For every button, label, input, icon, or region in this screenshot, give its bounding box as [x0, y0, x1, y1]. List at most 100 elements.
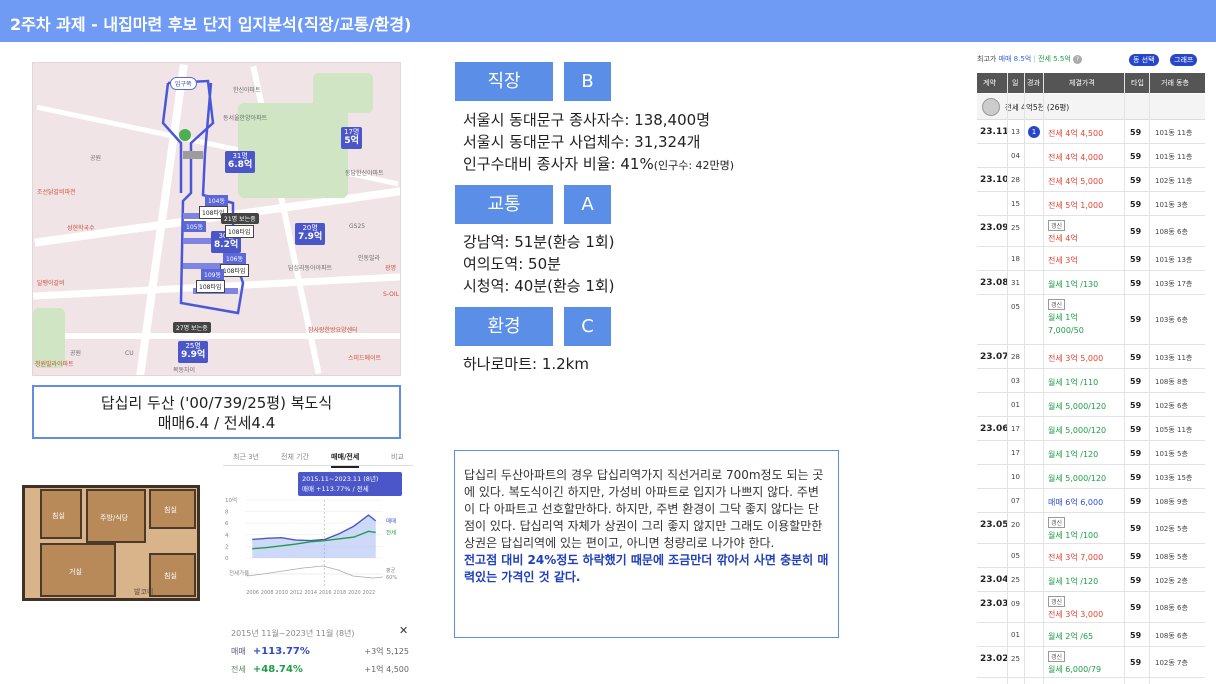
y-tick-label: 0 — [225, 556, 229, 562]
table-row[interactable]: 23.02 25 갱신 월세 6,000/79 59 102동 7층 — [977, 647, 1205, 678]
table-row[interactable]: 17 월세 1억 /120 59 101동 5층 — [977, 441, 1205, 465]
row-floor: 108동 6층 — [1155, 228, 1188, 236]
price-bubble[interactable]: 31명 6.8억 — [225, 151, 256, 173]
x-tick-label: 2014 — [304, 590, 317, 596]
row-floor: 103동 15층 — [1155, 474, 1193, 482]
row-day: 09 — [1011, 600, 1020, 608]
row-area: 59 — [1130, 200, 1142, 209]
work-ratio: 인구수대비 종사자 비율: 41% — [463, 155, 654, 173]
bubble-count: 17명 — [344, 128, 360, 136]
table-row[interactable]: 23.09 25 갱신 전세 4억 59 108동 6층 — [977, 216, 1205, 247]
table-row[interactable]: 18 전세 3억 59 101동 13층 — [977, 247, 1205, 271]
row-day: 13 — [1011, 128, 1020, 136]
map-label: 공원 — [90, 155, 102, 162]
row-floor: 102동 6층 — [1155, 402, 1188, 410]
table-row[interactable]: 15 전세 5억 1,000 59 101동 3층 — [977, 192, 1205, 216]
row-area: 59 — [1130, 152, 1142, 161]
dong-tag[interactable]: 106동 — [223, 253, 246, 264]
tab-recent-3y[interactable]: 최근 3년 — [233, 452, 259, 462]
table-row[interactable]: 10 월세 5,000/120 59 103동 15층 — [977, 465, 1205, 489]
current-listing-row[interactable]: 전세 4억5천 (26평) — [977, 94, 1205, 120]
table-row[interactable]: 23.03 09 갱신 전세 3억 3,000 59 108동 6층 — [977, 592, 1205, 623]
map-label: 스피드메이트 — [348, 355, 382, 362]
table-row[interactable]: 23.07 28 전세 3억 5,000 59 103동 11층 — [977, 345, 1205, 369]
row-area: 59 — [1130, 128, 1142, 137]
grade-environment: C — [564, 307, 611, 346]
row-day: 28 — [1011, 353, 1020, 361]
row-area: 59 — [1130, 176, 1142, 185]
row-area: 59 — [1130, 631, 1142, 640]
rent-label: 전세 — [231, 665, 246, 674]
help-icon[interactable]: ? — [1073, 55, 1082, 64]
row-area: 59 — [1130, 315, 1142, 324]
row-area: 59 — [1130, 377, 1142, 386]
floor-plan: 주방/식당 침실 침실 거실 침실 발코니 — [14, 477, 212, 614]
table-row[interactable]: 05 전세 3억 7,000 59 108동 5층 — [977, 544, 1205, 568]
work-line: 서울시 동대문구 종사자수: 138,400명 — [463, 111, 710, 129]
table-row[interactable]: 23.08 31 월세 1억 /130 59 103동 17층 — [977, 271, 1205, 295]
x-tick-label: 2020 — [348, 590, 361, 596]
ratio-avg-value: 60% — [386, 575, 397, 581]
table-row[interactable]: 23.11 13 1 전세 4억 4,500 59 101동 11층 — [977, 120, 1205, 144]
tab-compare[interactable]: 비교 — [391, 452, 404, 462]
price-chart[interactable]: 10억86420매매전세전세가율 평균60%2006 2008 2010 2012 201… — [223, 496, 413, 596]
complex-map[interactable]: 입구쪽 동서울한양아파트 공원 동답한신아파트 조선닭갈비파전 성현학국수 달팽… — [32, 62, 401, 376]
table-row[interactable]: 23.10 28 전세 4억 5,000 59 102동 11층 — [977, 168, 1205, 192]
bubble-price: 9.9억 — [181, 349, 206, 360]
map-label: 동답한신아파트 — [345, 170, 384, 177]
row-month: 23.09 — [980, 223, 1009, 233]
row-area: 59 — [1130, 449, 1142, 458]
row-month: 23.05 — [980, 520, 1009, 530]
listing-summary: 전세 4억5천 (26평) — [1005, 103, 1070, 112]
dong-select-button[interactable]: 동 선택 — [1129, 54, 1159, 66]
map-label: 목동자이 — [173, 367, 196, 374]
table-row[interactable]: 01 월세 2억 /65 59 108동 6층 — [977, 623, 1205, 647]
tab-all-period[interactable]: 전체 기간 — [281, 452, 309, 462]
dong-tag[interactable]: 105동 — [183, 221, 206, 232]
price-bubble[interactable]: 20명 7.9억 — [295, 223, 326, 245]
row-month: 23.10 — [980, 175, 1009, 185]
table-row[interactable]: 23.06 17 월세 5,000/120 59 105동 11층 — [977, 417, 1205, 441]
row-area: 59 — [1130, 255, 1142, 264]
row-month: 23.08 — [980, 278, 1009, 288]
close-icon[interactable]: ✕ — [399, 624, 408, 637]
type-tag: 108타입 — [220, 264, 249, 277]
table-row[interactable]: 03 월세 1억 /110 59 108동 8층 — [977, 369, 1205, 393]
renew-badge: 갱신 — [1048, 651, 1066, 662]
table-row[interactable]: 23.04 25 월세 1억 /120 59 102동 2층 — [977, 568, 1205, 592]
table-row[interactable]: 01 월세 5,000/120 59 102동 6층 — [977, 393, 1205, 417]
table-row[interactable]: 04 전세 4억 4,000 59 101동 11층 — [977, 144, 1205, 168]
tab-sale-rent[interactable]: 매매/전세 — [331, 452, 360, 468]
row-area: 59 — [1130, 576, 1142, 585]
row-month: 23.03 — [980, 599, 1009, 609]
row-price: 월세 1억 — [1048, 313, 1078, 322]
dong-tag[interactable]: 109동 — [201, 269, 224, 280]
room-label: 침실 — [52, 512, 65, 520]
work-line: 인구수대비 종사자 비율: 41%(인구수: 42만명) — [463, 153, 734, 174]
bubble-count: 25명 — [185, 342, 201, 350]
transport-line: 강남역: 51분(환승 1회) — [463, 233, 615, 251]
price-bubble[interactable]: 25명 9.9억 — [178, 341, 209, 363]
row-day: 15 — [1011, 200, 1020, 208]
table-row[interactable]: 05 갱신 월세 1억 7,000/50 59 103동 6층 — [977, 295, 1205, 345]
table-row[interactable]: 07 매매 6억 6,000 59 108동 9층 — [977, 489, 1205, 513]
col-divider — [1149, 73, 1150, 684]
price-bubble[interactable]: 17명 5억 — [341, 127, 363, 149]
row-price-2: 7,000/50 — [1048, 326, 1084, 335]
y-tick-label: 2 — [225, 544, 229, 550]
table-row[interactable]: 23.05 20 갱신 월세 1억 /100 59 102동 5층 — [977, 513, 1205, 544]
sale-change-row: 매매 +113.77% +3억 5,125 — [231, 646, 409, 657]
map-label: CU — [125, 350, 134, 357]
row-floor: 101동 3층 — [1155, 201, 1188, 209]
y-tick-label: 10억 — [225, 496, 237, 504]
dong-tag[interactable]: 104동 — [205, 195, 228, 206]
row-price: 전세 4억 4,000 — [1048, 153, 1104, 162]
room-label: 발코니 — [134, 588, 154, 596]
graph-button[interactable]: 그래프 — [1170, 54, 1198, 66]
row-day: 25 — [1011, 576, 1020, 584]
series-label: 전세 — [386, 528, 396, 536]
row-floor: 103동 6층 — [1155, 316, 1188, 324]
row-day: 07 — [1011, 497, 1020, 505]
row-area: 59 — [1130, 524, 1142, 533]
ratio-line — [246, 565, 384, 579]
